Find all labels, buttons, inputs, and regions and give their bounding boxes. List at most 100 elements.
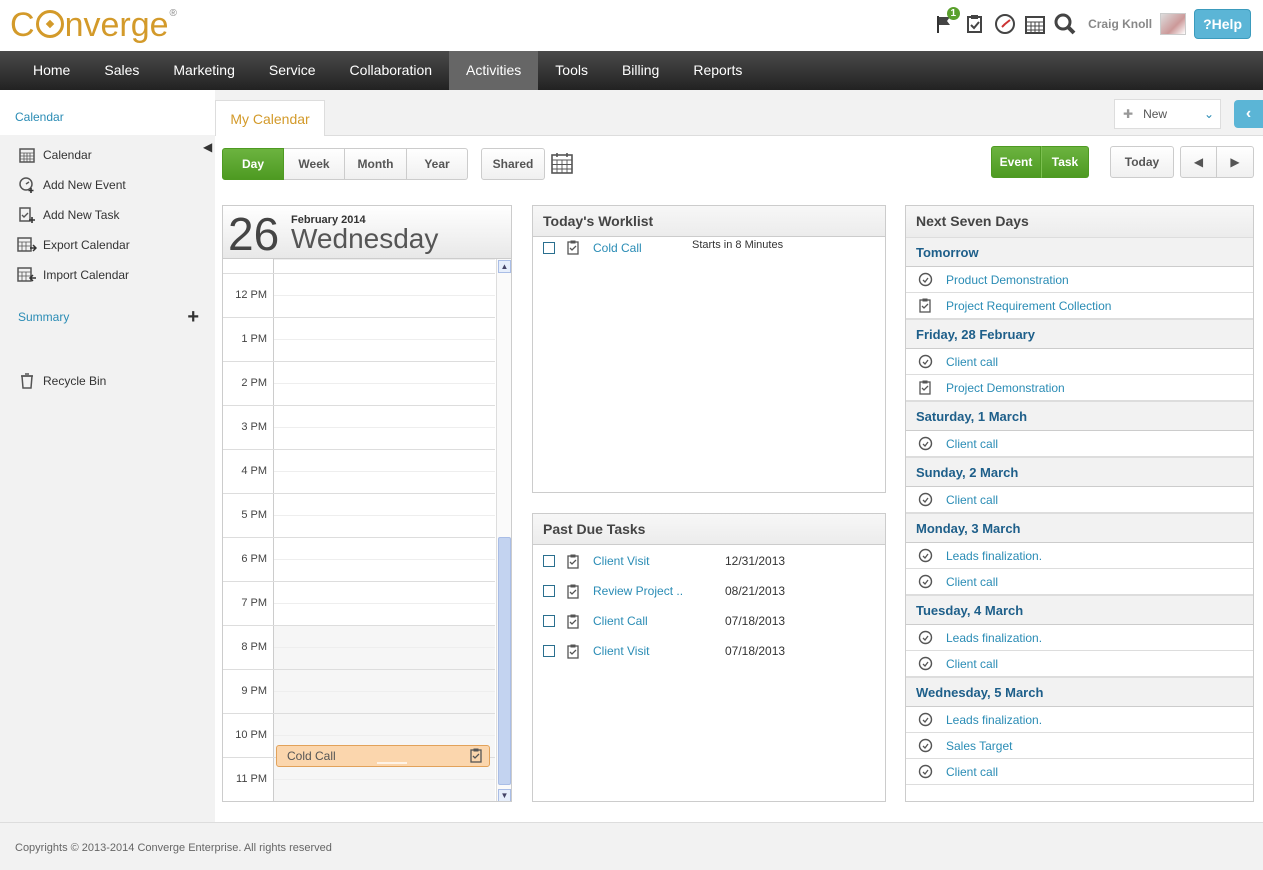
task-checkbox[interactable] [543,645,555,657]
worklist-checkbox[interactable] [543,242,555,254]
hour-row[interactable] [223,317,495,318]
sidebar-item-import-calendar[interactable]: Import Calendar [0,260,215,290]
day-group-header: Tomorrow [906,237,1253,267]
activity-link[interactable]: Project Requirement Collection [946,299,1111,313]
resize-handle[interactable] [377,762,407,764]
worklist-item-link[interactable]: Cold Call [593,241,692,255]
list-item: Sales Target [906,733,1253,759]
scroll-down-icon[interactable]: ▼ [498,789,511,801]
task-checkbox[interactable] [543,585,555,597]
event-icon [916,655,934,673]
week-view-button[interactable]: Week [284,148,345,180]
hour-row[interactable] [223,493,495,494]
hour-row[interactable] [223,581,495,582]
task-link[interactable]: Review Project .. [593,584,725,598]
hour-row[interactable] [223,449,495,450]
panel-toggle-button[interactable]: ‹ [1234,100,1263,128]
activity-link[interactable]: Product Demonstration [946,273,1069,287]
activity-link[interactable]: Client call [946,765,998,779]
nav-collaboration[interactable]: Collaboration [333,51,450,90]
hour-row[interactable] [223,273,495,274]
task-icon[interactable] [964,13,986,35]
hour-row[interactable] [223,537,495,538]
activity-link[interactable]: Leads finalization. [946,549,1042,563]
hour-row[interactable] [223,405,495,406]
collapse-sidebar-icon[interactable]: ◀ [203,140,212,154]
hour-row[interactable] [223,713,495,714]
flag-icon[interactable]: 1 [934,7,961,35]
sidebar-item-add-event[interactable]: Add New Event [0,170,215,200]
event-icon[interactable] [994,13,1016,35]
activity-link[interactable]: Client call [946,657,998,671]
task-link[interactable]: Client Visit [593,554,725,568]
sidebar-item-recycle-bin[interactable]: Recycle Bin [0,366,215,396]
task-checkbox[interactable] [543,615,555,627]
day-group-header: Friday, 28 February [906,319,1253,349]
nav-sales[interactable]: Sales [87,51,156,90]
day-scrollbar[interactable]: ▲ ▼ [496,259,511,801]
activity-link[interactable]: Client call [946,355,998,369]
task-link[interactable]: Client Visit [593,644,725,658]
nav-home[interactable]: Home [16,51,87,90]
activity-link[interactable]: Sales Target [946,739,1013,753]
avatar[interactable] [1160,13,1187,35]
new-dropdown[interactable]: ✚ New ⌄ [1114,99,1221,129]
new-task-button[interactable]: Task [1041,146,1089,178]
tab-my-calendar[interactable]: My Calendar [215,100,325,136]
user-name[interactable]: Craig Knoll [1088,17,1152,31]
previous-button[interactable]: ◀ [1180,146,1217,178]
sidebar-item-calendar[interactable]: Calendar [0,140,215,170]
new-label: New [1143,107,1168,121]
activity-link[interactable]: Leads finalization. [946,713,1042,727]
nav-reports[interactable]: Reports [676,51,759,90]
event-title: Cold Call [287,749,336,763]
event-icon [916,737,934,755]
sidebar-item-export-calendar[interactable]: Export Calendar [0,230,215,260]
nav-tools[interactable]: Tools [538,51,605,90]
scroll-up-icon[interactable]: ▲ [498,260,511,273]
search-icon[interactable] [1054,13,1076,35]
activity-link[interactable]: Client call [946,437,998,451]
year-view-button[interactable]: Year [407,148,468,180]
sidebar-title[interactable]: Calendar [15,110,64,124]
day-weekday: Wednesday [291,223,439,254]
nav-service[interactable]: Service [252,51,333,90]
sidebar-header: Calendar [0,90,215,135]
task-checkbox[interactable] [543,555,555,567]
add-summary-icon[interactable]: + [187,306,199,329]
activity-link[interactable]: Client call [946,493,998,507]
todays-worklist-panel: Today's Worklist Cold Call Starts in 8 M… [532,205,886,493]
day-time-grid[interactable]: 12 PM 1 PM 2 PM 3 PM 4 PM 5 PM 6 PM 7 PM 8 PM 9 P… [223,259,495,801]
hour-row[interactable] [223,361,495,362]
hour-row[interactable] [223,669,495,670]
nav-activities[interactable]: Activities [449,51,539,90]
today-button[interactable]: Today [1110,146,1174,178]
nav-marketing[interactable]: Marketing [156,51,251,90]
nav-billing[interactable]: Billing [605,51,676,90]
recycle-bin-icon [17,372,37,390]
date-picker-icon[interactable] [551,152,573,177]
month-view-button[interactable]: Month [345,148,407,180]
task-icon [567,554,593,569]
converge-logo[interactable]: Cnverge® [10,6,177,45]
sidebar-summary[interactable]: Summary + [0,302,215,332]
half-hour-line [274,295,495,296]
day-view-button[interactable]: Day [222,148,284,180]
activity-link[interactable]: Project Demonstration [946,381,1065,395]
activity-link[interactable]: Client call [946,575,998,589]
next-button[interactable]: ▶ [1217,146,1254,178]
brand-text-pre: C [10,6,35,44]
sidebar-item-add-task[interactable]: Add New Task [0,200,215,230]
scroll-thumb[interactable] [498,537,511,785]
shared-button[interactable]: Shared [481,148,545,180]
new-event-button[interactable]: Event [991,146,1041,178]
hour-row[interactable] [223,625,495,626]
activity-link[interactable]: Leads finalization. [946,631,1042,645]
help-button[interactable]: ?Help [1194,9,1251,39]
worklist-item-note: Starts in 8 Minutes [692,239,784,251]
event-icon [916,763,934,781]
task-link[interactable]: Client Call [593,614,725,628]
hour-label: 2 PM [241,377,267,389]
calendar-icon[interactable] [1024,13,1046,35]
calendar-event[interactable]: Cold Call [276,745,490,767]
